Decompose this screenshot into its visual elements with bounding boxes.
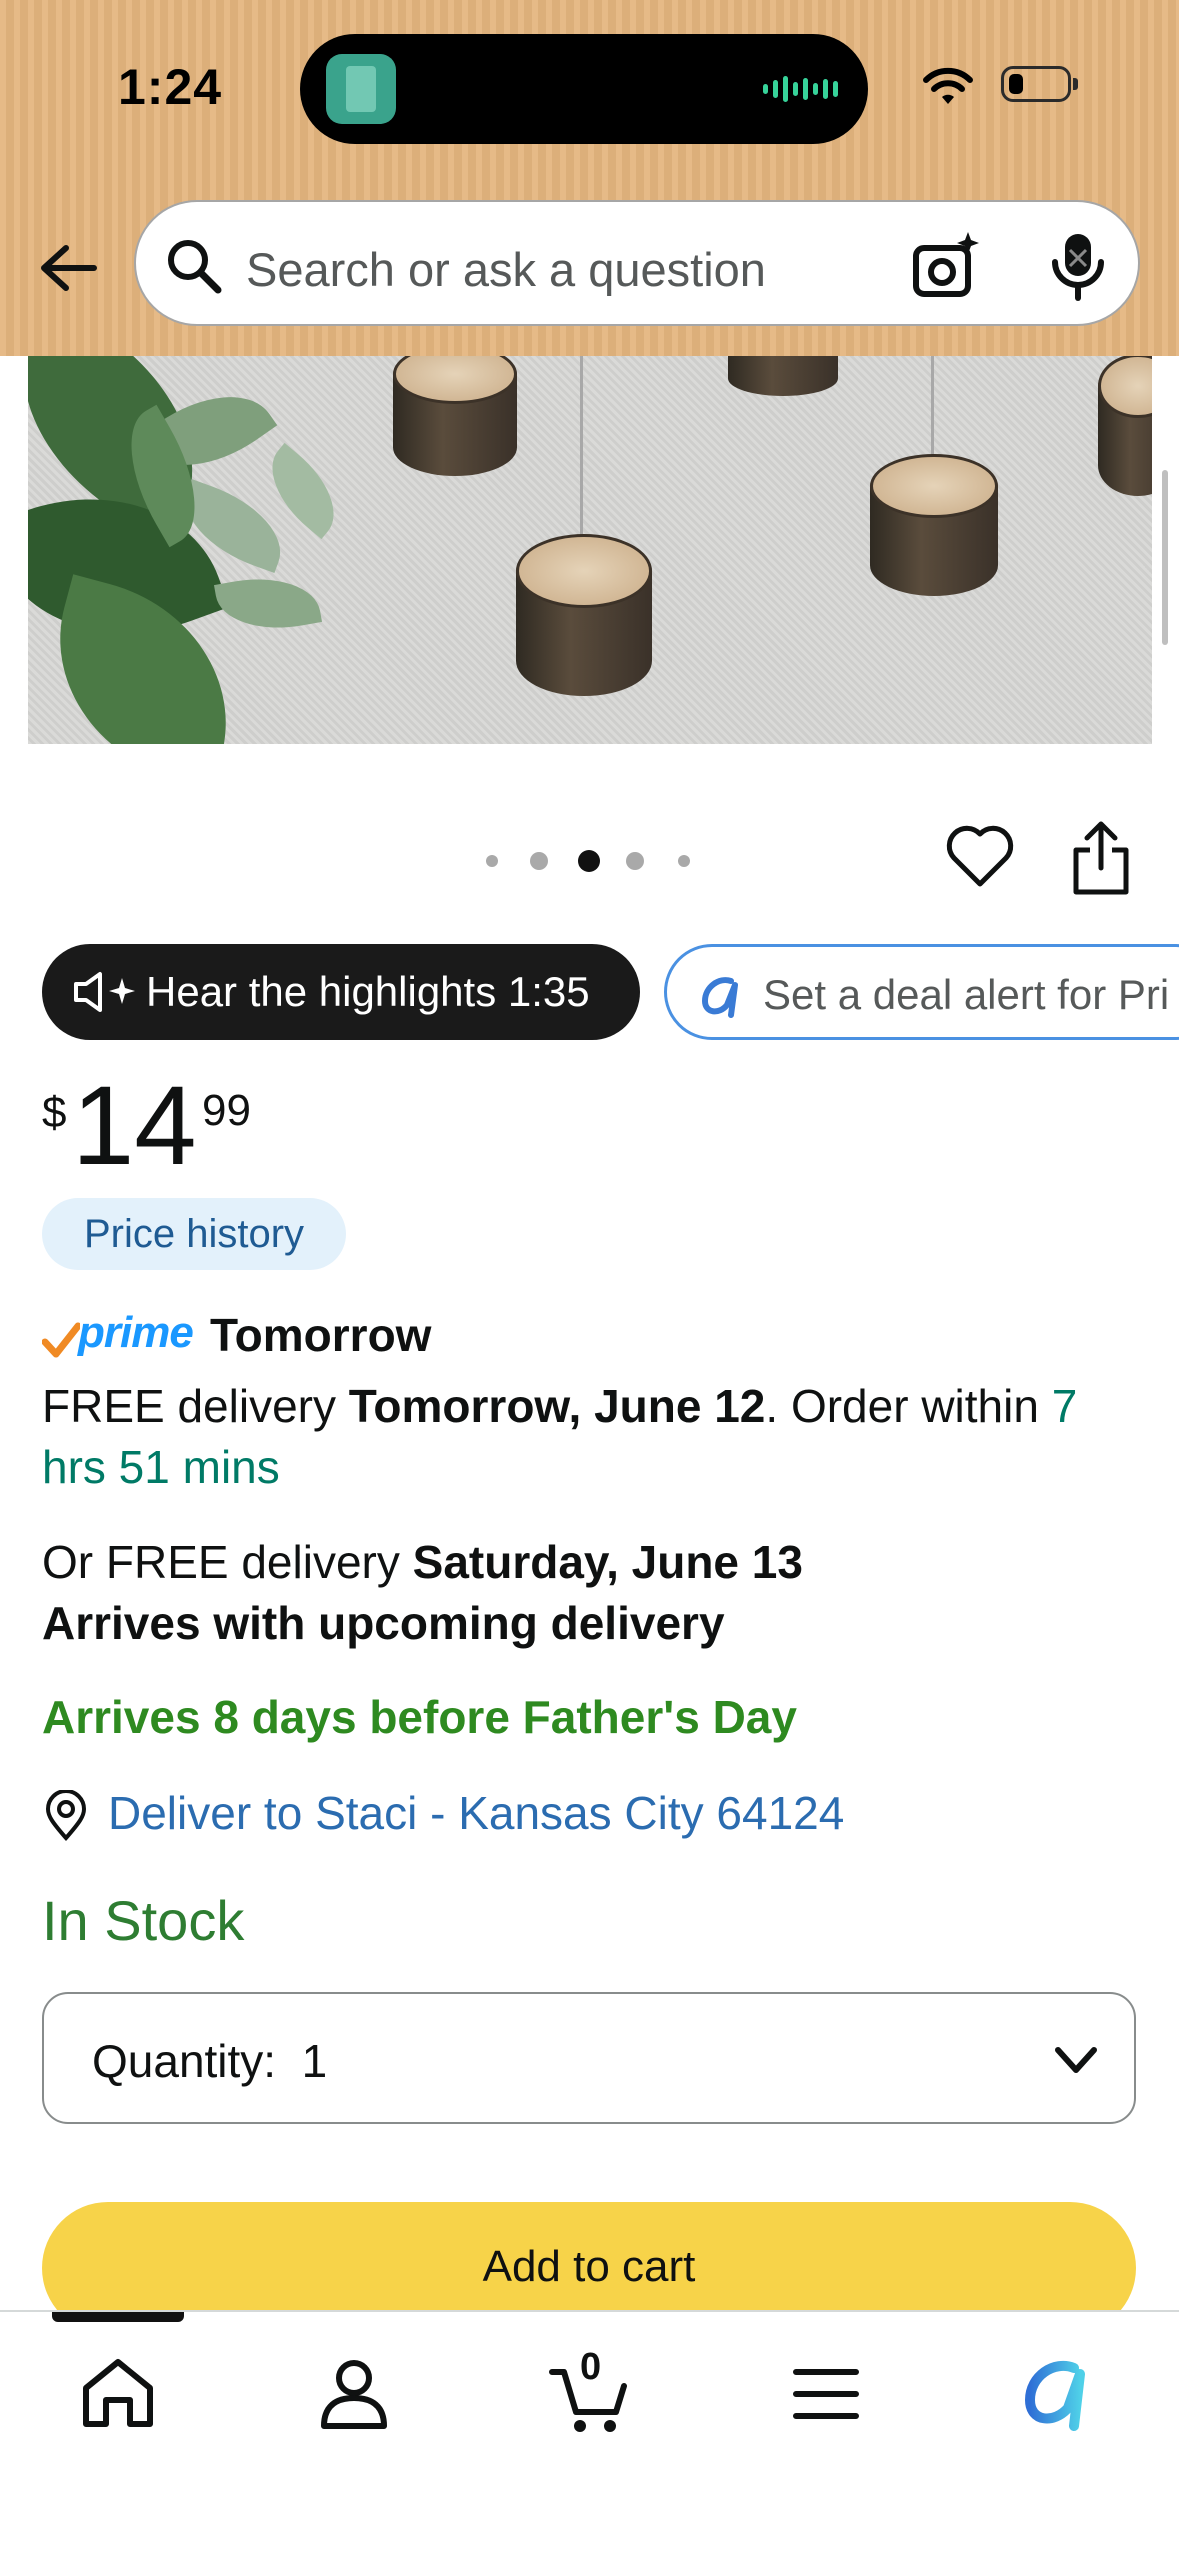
prime-speed: Tomorrow	[210, 1309, 432, 1361]
prime-check-icon	[42, 1322, 80, 1358]
location-pin-icon	[45, 1790, 87, 1842]
audio-waveform-icon	[763, 74, 838, 104]
rufus-icon	[702, 977, 738, 1018]
pager-dot[interactable]	[626, 852, 644, 870]
price-currency: $	[42, 1088, 67, 1137]
delivery-date: Saturday, June 13	[412, 1536, 803, 1588]
home-icon[interactable]	[76, 2352, 160, 2436]
quantity-select[interactable]: Quantity: 1	[42, 1992, 1136, 2124]
delivery-text: . Order within	[765, 1380, 1052, 1432]
camera-lens-icon[interactable]	[910, 230, 982, 302]
delivery-note: Arrives with upcoming delivery	[42, 1597, 725, 1649]
price-history-button[interactable]: Price history	[42, 1198, 346, 1270]
active-tab-indicator	[52, 2312, 184, 2322]
speaker-sparkle-icon	[74, 972, 135, 1012]
share-icon[interactable]	[1070, 818, 1132, 896]
stock-status: In Stock	[42, 1889, 245, 1952]
search-icon	[168, 240, 222, 294]
app-header: 1:24 Search or ask a question	[0, 0, 1179, 356]
account-icon[interactable]	[312, 2352, 396, 2436]
bottom-nav: 0	[0, 2310, 1179, 2558]
primary-delivery-message: FREE delivery Tomorrow, June 12. Order w…	[42, 1376, 1142, 1498]
pager-dot[interactable]	[678, 855, 690, 867]
pager-dot-active[interactable]	[578, 850, 600, 872]
back-arrow-icon[interactable]	[36, 236, 100, 300]
delivery-date: Tomorrow, June 12	[348, 1380, 766, 1432]
deal-alert-label: Set a deal alert for Pri	[763, 971, 1170, 1018]
add-to-cart-label: Add to cart	[482, 2242, 696, 2291]
pager-dot[interactable]	[486, 855, 498, 867]
quantity-label: Quantity: 1	[92, 2035, 328, 2087]
deal-alert-button[interactable]: Set a deal alert for Pri	[664, 944, 1179, 1040]
dynamic-island	[300, 34, 868, 144]
delivery-text: Or FREE delivery	[42, 1536, 413, 1588]
pager-dot[interactable]	[530, 852, 548, 870]
wifi-icon	[923, 67, 973, 104]
price-whole: 14	[72, 1063, 197, 1188]
hear-highlights-button[interactable]: Hear the highlights 1:35	[42, 944, 640, 1040]
cart-count: 0	[580, 2346, 602, 2388]
heart-icon[interactable]	[944, 820, 1016, 892]
delivery-text: FREE delivery	[42, 1380, 349, 1432]
menu-icon[interactable]	[784, 2352, 868, 2436]
search-input[interactable]: Search or ask a question	[246, 242, 766, 297]
scrollbar[interactable]	[1162, 470, 1168, 645]
secondary-delivery-message: Or FREE delivery Saturday, June 13 Arriv…	[42, 1532, 1142, 1654]
now-playing-artwork-icon	[326, 54, 396, 124]
deliver-to-label: Deliver to Staci - Kansas City 64124	[108, 1787, 845, 1839]
hear-highlights-label: Hear the highlights 1:35	[146, 968, 590, 1015]
product-image[interactable]	[28, 356, 1152, 744]
quantity-value: 1	[301, 2035, 328, 2087]
chevron-down-icon	[1055, 2047, 1097, 2073]
price-fraction: 99	[202, 1086, 251, 1135]
search-bar[interactable]: Search or ask a question	[134, 200, 1140, 326]
status-time: 1:24	[118, 59, 223, 115]
microphone-icon[interactable]	[1048, 230, 1108, 302]
prime-logo: prime	[78, 1308, 194, 1357]
battery-icon	[1001, 66, 1078, 102]
image-pager[interactable]	[486, 850, 698, 872]
holiday-note: Arrives 8 days before Father's Day	[42, 1691, 797, 1743]
rufus-icon[interactable]	[1018, 2352, 1102, 2436]
